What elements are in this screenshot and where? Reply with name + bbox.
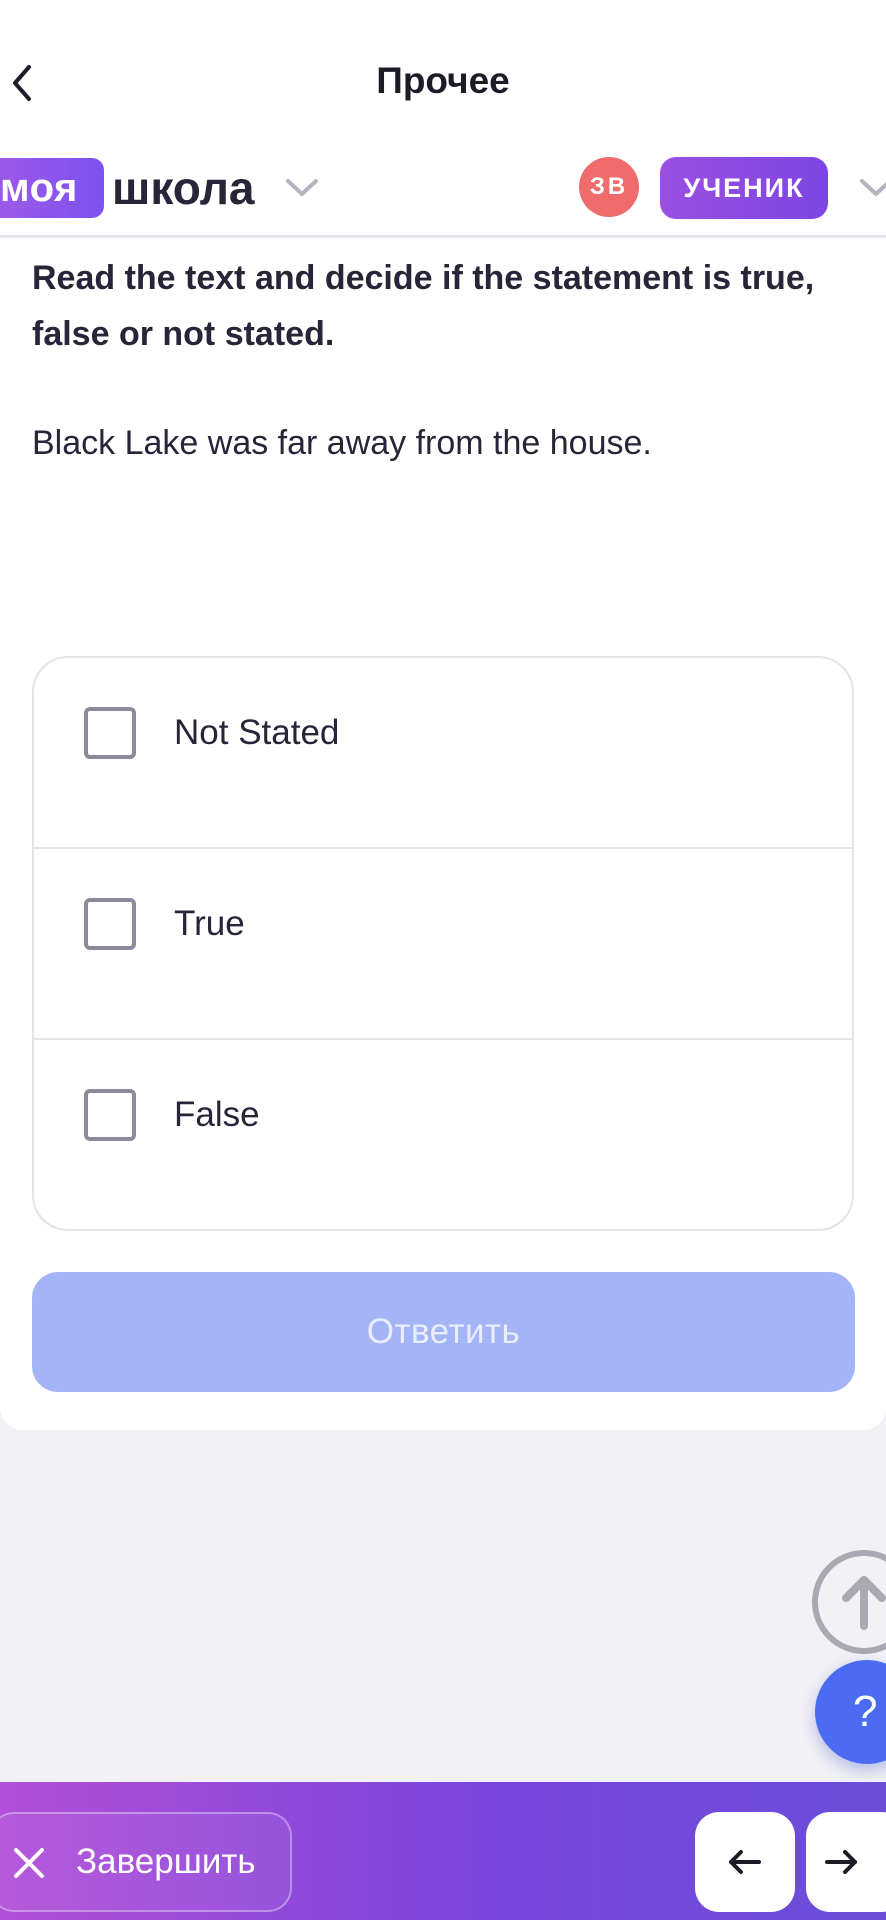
submit-button[interactable]: Ответить [32,1272,855,1392]
finish-button[interactable]: Завершить [0,1812,292,1912]
chevron-down-icon[interactable] [856,172,886,202]
checkbox[interactable] [84,1089,136,1141]
close-icon [14,1848,44,1878]
checkbox[interactable] [84,898,136,950]
finish-label: Завершить [76,1842,256,1881]
logo-moya: моя [0,158,104,218]
question-instruction: Read the text and decide if the statemen… [32,259,815,353]
brand-row: моя школа ЗВ УЧЕНИК [0,155,886,221]
answer-options: Not Stated True False [32,656,854,1231]
option-label: False [174,1095,260,1134]
question-statement: Black Lake was far away from the house. [32,424,652,462]
next-button[interactable] [806,1812,886,1912]
page-title: Прочее [376,60,510,101]
bottom-bar: Завершить [0,1782,886,1920]
option-label: True [174,904,245,943]
previous-button[interactable] [695,1812,795,1912]
option-true[interactable]: True [34,849,852,1040]
avatar[interactable]: ЗВ [579,157,639,217]
option-false[interactable]: False [34,1040,852,1229]
arrow-left-icon [729,1850,761,1874]
option-label: Not Stated [174,713,340,752]
role-badge[interactable]: УЧЕНИК [660,157,828,219]
option-not-stated[interactable]: Not Stated [34,658,852,849]
help-button[interactable]: ? [815,1660,886,1764]
arrow-up-icon [842,1576,886,1630]
checkbox[interactable] [84,707,136,759]
header-divider [0,235,886,238]
content-card: Прочее моя школа ЗВ УЧЕНИК Read the text… [0,0,886,1430]
arrow-right-icon [825,1850,857,1874]
scroll-top-button[interactable] [812,1550,886,1654]
chevron-down-icon[interactable] [284,172,320,202]
logo-shkola: школа [112,162,255,214]
